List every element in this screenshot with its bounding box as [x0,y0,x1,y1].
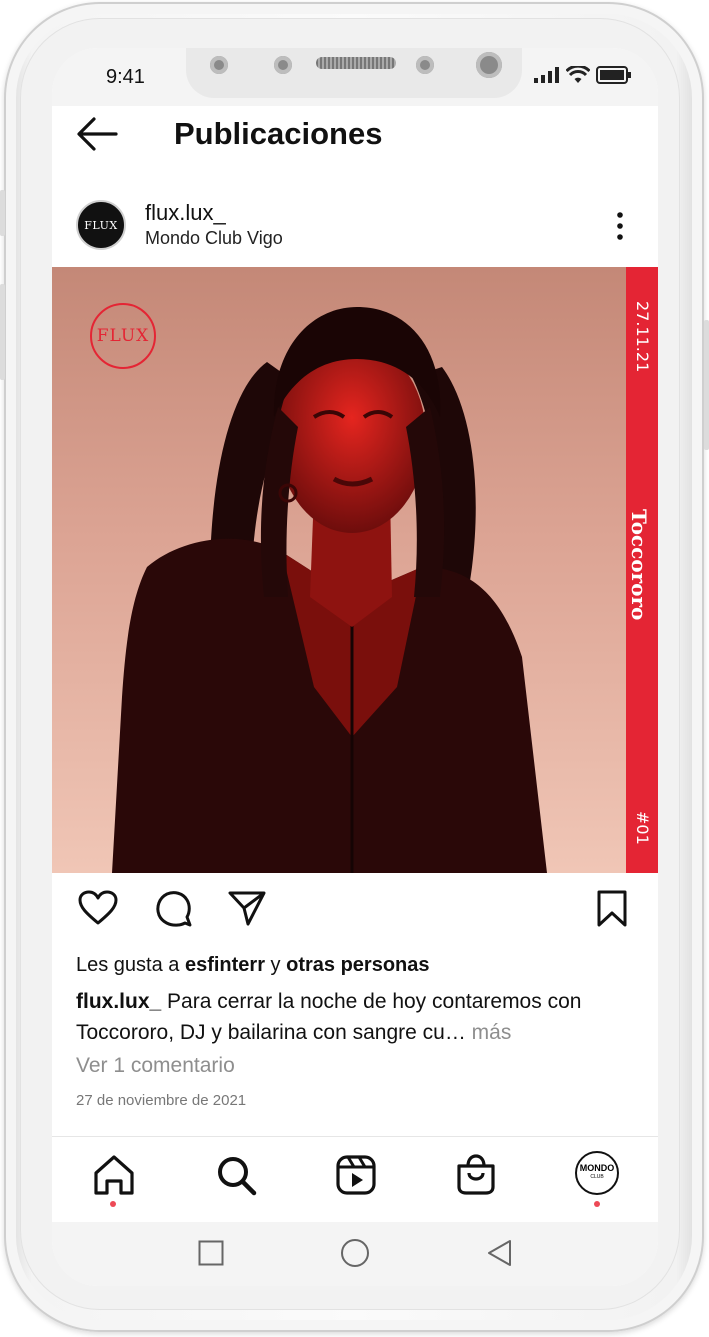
sensor-dot [274,56,292,74]
system-icons [534,66,632,84]
page-title: Publicaciones [174,116,383,151]
signal-icon [534,67,559,83]
post-date: 27 de noviembre de 2021 [76,1092,247,1109]
status-time: 9:41 [106,66,145,88]
reels-icon[interactable] [334,1153,378,1197]
post-caption: flux.lux_ Para cerrar la noche de hoy co… [76,986,636,1048]
home-notification-dot [110,1201,116,1207]
post-actions [52,874,658,944]
post-header: FLUX flux.lux_ Mondo Club Vigo [52,182,658,264]
like-heart-icon[interactable] [78,890,118,926]
caption-more-link[interactable]: más [466,1021,512,1044]
profile-avatar-label-top: MONDO [579,1163,615,1173]
caption-username[interactable]: flux.lux_ [76,990,161,1013]
side-button [0,190,5,236]
bookmark-save-icon[interactable] [596,890,628,928]
view-comments-link[interactable]: Ver 1 comentario [76,1054,235,1078]
recent-apps-square-icon[interactable] [198,1240,224,1266]
avatar[interactable]: FLUX [76,200,126,250]
battery-icon [596,66,631,84]
shop-bag-icon[interactable] [454,1153,498,1197]
status-bar: 9:41 [52,48,658,106]
bottom-tab-bar: MONDO CLUB [52,1136,658,1222]
flux-logo-text: FLUX [96,326,150,346]
earpiece-speaker [316,57,396,69]
system-nav-bar [52,1222,658,1286]
profile-notification-dot [594,1201,600,1207]
screen: 9:41 Publicaciones FLUX flux.lux_ Mondo … [52,48,658,1286]
event-artist: Toccororo [627,509,651,621]
flux-logo: FLUX [90,303,156,369]
home-icon[interactable] [92,1153,136,1197]
wifi-icon [566,66,590,83]
likes-summary[interactable]: Les gusta a esfinterr y otras personas [76,954,430,977]
likes-prefix: Les gusta a [76,954,185,976]
post-username[interactable]: flux.lux_ [145,200,226,226]
profile-avatar-label-bottom: CLUB [590,1174,604,1180]
profile-avatar[interactable]: MONDO CLUB [575,1151,619,1195]
more-options-icon[interactable] [612,210,628,242]
home-circle-icon[interactable] [340,1238,370,1268]
app-header: Publicaciones [52,106,658,168]
likes-others[interactable]: otras personas [286,954,429,976]
sensor-dot [210,56,228,74]
search-icon[interactable] [214,1153,258,1197]
notch [186,48,522,98]
side-button [704,320,709,450]
side-button [0,284,5,380]
avatar-label: FLUX [84,218,118,232]
back-triangle-icon[interactable] [486,1239,512,1267]
post-image[interactable]: FLUX 27.11.21 Toccororo #01 [52,267,658,873]
front-camera [476,52,502,78]
sensor-dot [416,56,434,74]
comment-bubble-icon[interactable] [154,890,192,928]
event-strip: 27.11.21 Toccororo #01 [626,267,658,873]
likes-connector: y [265,954,287,976]
back-arrow-icon[interactable] [76,116,118,152]
likes-user[interactable]: esfinterr [185,954,265,976]
event-date: 27.11.21 [633,301,652,373]
share-send-icon[interactable] [228,890,266,926]
post-location[interactable]: Mondo Club Vigo [145,228,283,249]
event-number: #01 [633,811,652,845]
